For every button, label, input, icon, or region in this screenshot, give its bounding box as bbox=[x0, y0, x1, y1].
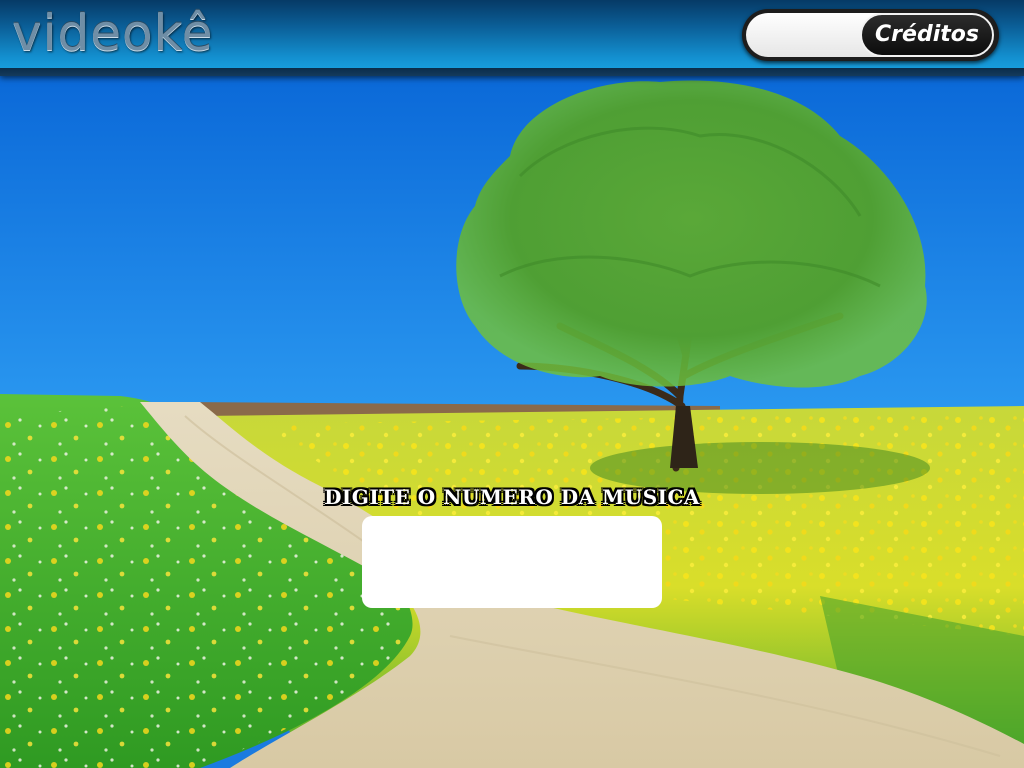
credits-button[interactable]: Créditos bbox=[860, 13, 994, 57]
song-number-input[interactable] bbox=[362, 516, 662, 608]
background-landscape bbox=[0, 76, 1024, 768]
header-divider bbox=[0, 68, 1024, 76]
credits-panel: Créditos bbox=[742, 9, 999, 61]
videoke-logo: videokê bbox=[12, 4, 214, 62]
header-bar: videokê Créditos bbox=[0, 0, 1024, 76]
landscape-image bbox=[0, 76, 1024, 768]
song-number-prompt: DIGITE O NUMERO DA MUSICA bbox=[324, 485, 700, 509]
